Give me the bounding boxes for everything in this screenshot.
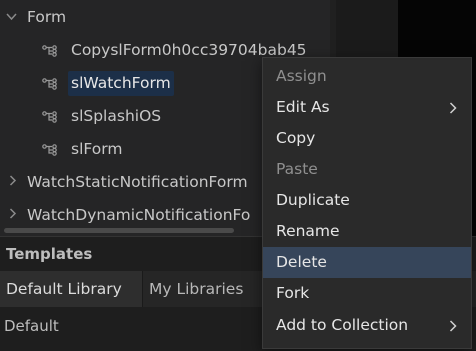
- menu-item-fork[interactable]: Fork: [263, 278, 471, 309]
- panel-title: Templates: [6, 245, 93, 263]
- menu-item-label: Add to Collection: [276, 316, 409, 334]
- component-icon: [42, 100, 62, 133]
- tab-my-libraries[interactable]: My Libraries: [142, 271, 269, 307]
- menu-item-label: Copy: [276, 129, 316, 147]
- menu-item-paste[interactable]: Paste: [263, 154, 471, 185]
- scrollbar-thumb[interactable]: [4, 228, 234, 233]
- tree-node-label: WatchStaticNotificationForm: [27, 173, 248, 191]
- tab-default-library[interactable]: Default Library: [0, 271, 142, 307]
- menu-item-label: Duplicate: [276, 191, 350, 209]
- tree-item-label: slSplashiOS: [71, 107, 162, 125]
- menu-item-edit-as[interactable]: Edit As: [263, 92, 471, 123]
- tree-item-label: slWatchForm: [68, 71, 174, 96]
- component-icon: [42, 34, 62, 67]
- menu-item-add-to-collection[interactable]: Add to Collection: [263, 310, 471, 341]
- component-icon: [42, 67, 62, 100]
- menu-item-label: Rename: [276, 222, 340, 240]
- menu-item-label: Assign: [276, 67, 327, 85]
- chevron-down-icon[interactable]: [3, 1, 19, 34]
- tree-node-form[interactable]: Form: [0, 1, 330, 34]
- menu-item-label: Paste: [276, 160, 318, 178]
- menu-item-rename[interactable]: Rename: [263, 216, 471, 247]
- tree-item-label: slForm: [71, 140, 123, 158]
- menu-item-label: Edit As: [276, 98, 330, 116]
- menu-item-copy[interactable]: Copy: [263, 123, 471, 154]
- menu-item-duplicate[interactable]: Duplicate: [263, 185, 471, 216]
- tree-node-label: Form: [27, 8, 67, 26]
- menu-item-label: Fork: [276, 284, 310, 302]
- chevron-right-icon: [449, 92, 457, 123]
- menu-item-assign[interactable]: Assign: [263, 61, 471, 92]
- menu-item-delete[interactable]: Delete: [263, 247, 471, 278]
- context-menu: Assign Edit As Copy Paste Duplicate Rena…: [262, 57, 472, 349]
- library-name[interactable]: Default: [4, 317, 59, 335]
- menu-item-label: Delete: [276, 253, 327, 271]
- chevron-right-icon[interactable]: [5, 166, 21, 199]
- chevron-right-icon: [449, 310, 457, 341]
- component-icon: [42, 133, 62, 166]
